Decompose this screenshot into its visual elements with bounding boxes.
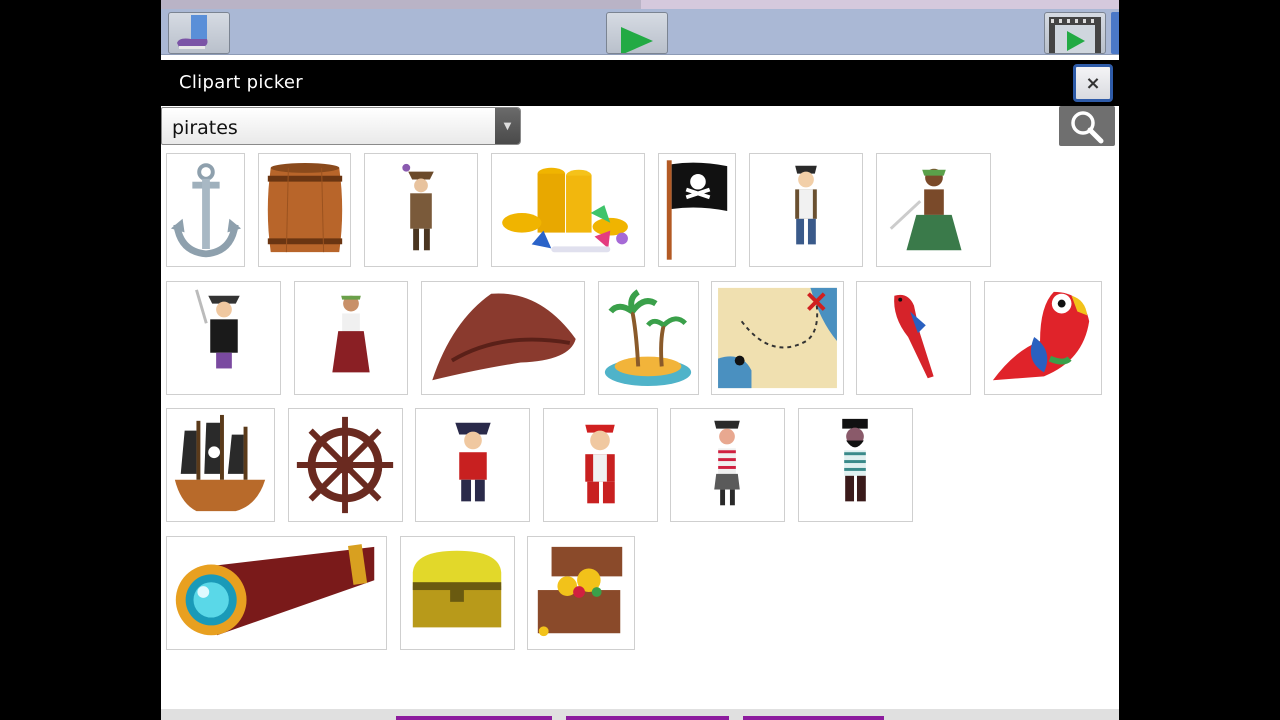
clipart-tricorn-hat[interactable]	[421, 281, 585, 395]
jolly-roger-flag-icon	[666, 160, 728, 260]
clipart-gold-coins-and-gems[interactable]	[491, 153, 645, 267]
clipart-anchor[interactable]	[166, 153, 245, 267]
clipart-striped-pirate-girl[interactable]	[670, 408, 785, 522]
clipart-pirate-girl-in-dress[interactable]	[294, 281, 408, 395]
play-icon	[621, 27, 653, 55]
bottom-tab-1[interactable]	[396, 716, 552, 720]
pirate-ship-icon	[174, 414, 266, 512]
bottom-tab-3[interactable]	[743, 716, 884, 720]
dialog-title: Clipart picker	[179, 72, 303, 93]
clipart-jolly-roger-flag[interactable]	[658, 153, 736, 267]
category-select-value: pirates	[172, 117, 238, 139]
film-play-button[interactable]	[1044, 12, 1106, 54]
pirate-boy-icon	[795, 165, 817, 245]
spyglass-icon	[175, 544, 375, 636]
clipart-ship-wheel[interactable]	[288, 408, 403, 522]
palm-island-icon	[604, 289, 692, 387]
main-toolbar	[161, 9, 1119, 55]
character-button[interactable]	[168, 12, 230, 54]
film-play-icon	[1049, 17, 1101, 53]
clipart-pirate-with-hat[interactable]	[364, 153, 478, 267]
clipart-pirate-ship[interactable]	[166, 408, 275, 522]
clipart-pirate-girl-with-sword[interactable]	[876, 153, 991, 267]
pirate-woman-icon	[195, 289, 240, 369]
open-chest-icon	[537, 546, 623, 637]
dropdown-arrow-icon: ▼	[495, 108, 520, 144]
dialog-title-bar: Clipart picker ×	[161, 60, 1119, 106]
play-button[interactable]	[606, 12, 668, 55]
bottom-tab-2[interactable]	[566, 716, 729, 720]
search-button[interactable]	[1059, 106, 1115, 146]
clipart-pirate-woman-with-sword[interactable]	[166, 281, 281, 395]
bandana-pirate-icon	[585, 424, 615, 504]
clipart-closed-treasure-chest[interactable]	[400, 536, 515, 650]
clipart-red-bandana-pirate[interactable]	[543, 408, 658, 522]
treasure-map-icon	[718, 287, 837, 389]
clipart-palm-tree-island[interactable]	[598, 281, 699, 395]
gold-coins-icon	[502, 167, 628, 253]
close-icon: ×	[1085, 72, 1101, 94]
character-icon	[177, 15, 208, 49]
parrot-flying-icon	[894, 294, 934, 379]
clipart-red-parrot-perched[interactable]	[984, 281, 1102, 395]
clipart-barrel[interactable]	[258, 153, 351, 267]
parrot-perched-icon	[992, 291, 1090, 381]
anchor-icon	[170, 163, 242, 258]
top-strip	[161, 0, 1119, 9]
clipart-treasure-map[interactable]	[711, 281, 844, 395]
clipart-pirate-captain[interactable]	[415, 408, 530, 522]
clipart-open-treasure-chest[interactable]	[527, 536, 635, 650]
barrel-icon	[267, 163, 343, 253]
clipart-bearded-pirate[interactable]	[798, 408, 913, 522]
striped-pirate-girl-icon	[714, 420, 740, 506]
pirate-girl-dress-icon	[332, 295, 370, 373]
pirate-girl-sword-icon	[889, 168, 962, 251]
magnifier-icon	[1071, 111, 1104, 144]
pirate-captain-icon	[455, 422, 491, 502]
category-select[interactable]: pirates ▼	[161, 107, 521, 145]
side-tab[interactable]	[1111, 12, 1119, 54]
bearded-pirate-icon	[842, 418, 868, 502]
tricorn-hat-icon	[432, 293, 576, 381]
clipart-app: Clipart picker × pirates ▼	[161, 0, 1119, 720]
clipart-red-parrot-flying[interactable]	[856, 281, 971, 395]
pirate-icon	[402, 163, 434, 251]
clipart-pirate-boy[interactable]	[749, 153, 863, 267]
clipart-spyglass[interactable]	[166, 536, 387, 650]
ship-wheel-icon	[296, 416, 394, 514]
close-button[interactable]: ×	[1073, 64, 1113, 102]
closed-chest-icon	[412, 550, 502, 628]
